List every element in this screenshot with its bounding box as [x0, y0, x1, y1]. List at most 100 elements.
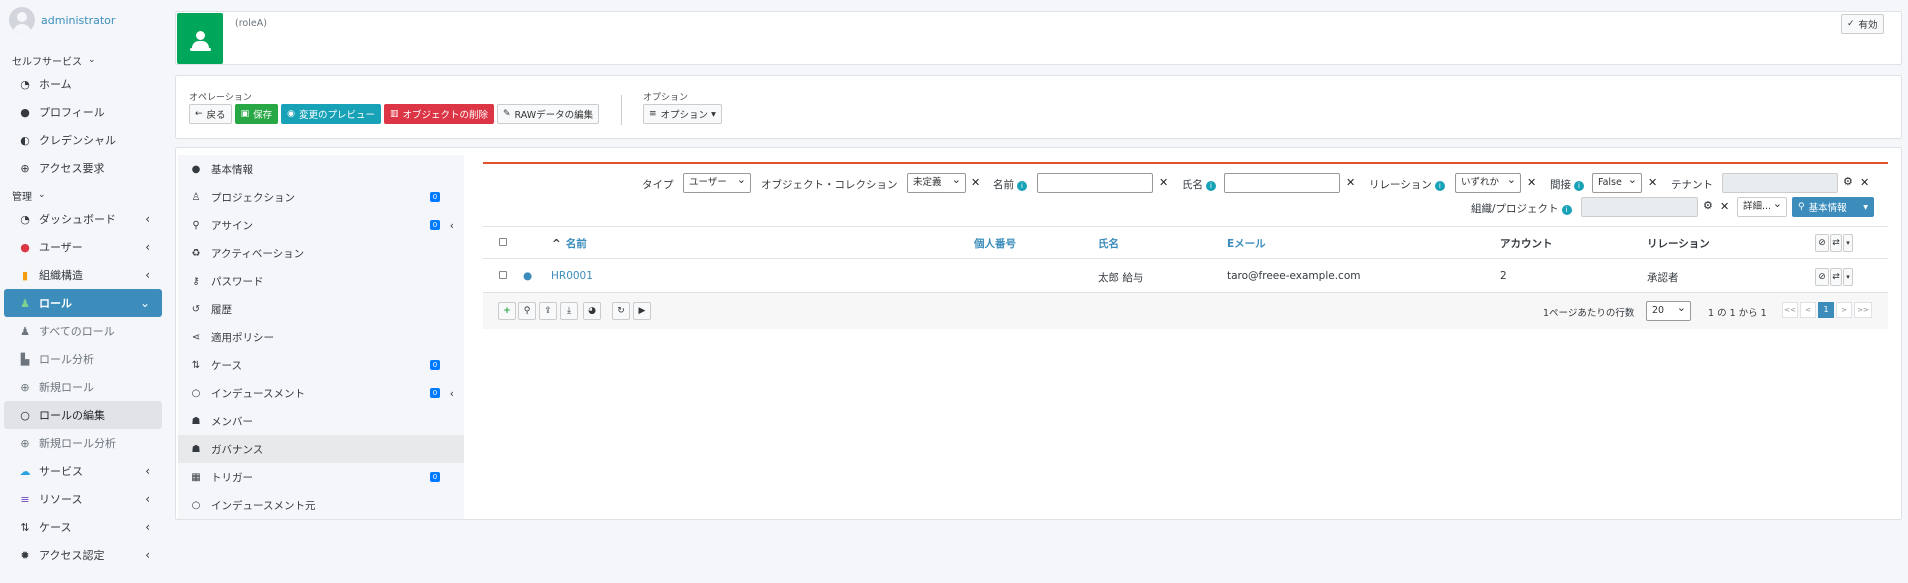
clear-collection-icon[interactable]: ✕ [971, 176, 980, 189]
preview-button[interactable]: ◉ 変更のプレビュー [281, 104, 381, 124]
back-button[interactable]: ← 戻る [189, 104, 232, 124]
clear-tenant-icon[interactable]: ✕ [1860, 176, 1869, 189]
sidebar-item-edit-role[interactable]: ○ ロールの編集 [4, 401, 162, 429]
relation-select[interactable]: いずれか [1455, 171, 1521, 193]
tenant-label: テナント [1671, 179, 1713, 191]
clear-relation-icon[interactable]: ✕ [1527, 176, 1536, 189]
circle-icon: ○ [191, 387, 201, 399]
play-icon[interactable]: ▶ [633, 302, 651, 320]
sort-up-icon: ^ [552, 238, 561, 250]
indirect-select[interactable]: False [1592, 171, 1642, 193]
name-input[interactable] [1037, 173, 1153, 193]
save-button[interactable]: ▣ 保存 [234, 104, 279, 124]
menu-assignments[interactable]: ⚲ アサイン 0 ‹ [178, 211, 464, 239]
download-icon[interactable]: ⤓ [560, 302, 578, 320]
sidebar-item-dashboard[interactable]: ◔ ダッシュボード ‹ [0, 205, 166, 233]
menu-icon: ≡ [649, 109, 657, 119]
menu-basic[interactable]: ● 基本情報 [178, 155, 464, 183]
sidebar-item-role-analysis[interactable]: ▙ ロール分析 [0, 345, 166, 373]
sidebar-item-access-request[interactable]: ⊕ アクセス要求 [0, 154, 166, 182]
collection-select[interactable]: 未定義 [907, 171, 966, 193]
sidebar-item-new-role-analysis[interactable]: ⊕ 新規ロール分析 [0, 429, 166, 457]
upload-icon[interactable]: ⇪ [539, 302, 557, 320]
rows-per-page-select[interactable]: 20 [1646, 299, 1691, 321]
options-dropdown-button[interactable]: ≡ オプション ▾ [643, 104, 722, 124]
gear-icon[interactable]: ⚙ [1843, 175, 1853, 188]
user-panel[interactable]: administrator [0, 0, 166, 40]
caret-down-icon[interactable]: ▾ [1843, 234, 1853, 252]
clear-indirect-icon[interactable]: ✕ [1648, 176, 1657, 189]
org-input[interactable] [1581, 197, 1698, 217]
add-icon[interactable]: + [498, 302, 516, 320]
fullname-input[interactable] [1224, 173, 1340, 193]
prev-page-button[interactable]: < [1800, 302, 1816, 318]
menu-inducements[interactable]: ○ インデュースメント 0 ‹ [178, 379, 464, 407]
caret-down-icon[interactable]: ▾ [1843, 268, 1853, 286]
refresh-icon[interactable]: ↻ [612, 302, 630, 320]
column-header-email[interactable]: Eメール [1227, 236, 1266, 251]
section-self-service[interactable]: セルフサービス ⌄ [0, 50, 166, 70]
tenant-input[interactable] [1722, 173, 1838, 193]
sidebar-item-users[interactable]: ● ユーザー ‹ [0, 233, 166, 261]
menu-policies[interactable]: ⋖ 適用ポリシー [178, 323, 464, 351]
next-page-button[interactable]: > [1836, 302, 1852, 318]
circle-icon: ○ [191, 499, 201, 511]
swap-icon[interactable]: ⇄ [1830, 268, 1842, 286]
clear-name-icon[interactable]: ✕ [1159, 176, 1168, 189]
fullname-label: 氏名 i [1182, 177, 1216, 192]
row-checkbox[interactable] [499, 271, 507, 279]
sidebar-item-credentials[interactable]: ◐ クレデンシャル [0, 126, 166, 154]
column-header-fullname[interactable]: 氏名 [1098, 236, 1119, 251]
chart-pie-icon[interactable]: ◕ [583, 302, 601, 320]
delete-button[interactable]: ▥ オブジェクトの削除 [383, 104, 494, 124]
menu-governance[interactable]: ☗ ガバナンス [178, 435, 464, 463]
unlink-icon[interactable]: ⊘ [1815, 268, 1829, 286]
menu-cases[interactable]: ⇅ ケース 0 [178, 351, 464, 379]
assign-icon[interactable]: ⚲ [518, 302, 536, 320]
users-icon: ☗ [191, 443, 201, 455]
user-name[interactable]: administrator [41, 14, 115, 27]
first-page-button[interactable]: << [1782, 302, 1798, 318]
menu-projection[interactable]: ♙ プロジェクション 0 [178, 183, 464, 211]
role-tile [177, 13, 223, 64]
sidebar-item-home[interactable]: ◔ ホーム [0, 70, 166, 98]
status-active-button[interactable]: ✓ 有効 [1841, 14, 1884, 34]
info-icon: i [1434, 181, 1445, 191]
sidebar-item-new-role[interactable]: ⊕ 新規ロール [0, 373, 166, 401]
sidebar-item-certification[interactable]: ✹ アクセス認定 ‹ [0, 541, 166, 569]
row-name-link[interactable]: HR0001 [551, 270, 593, 282]
basic-search-button[interactable]: ⚲ 基本情報 ▾ [1792, 197, 1874, 217]
sidebar-item-roles[interactable]: ♟ ロール ⌄ [4, 289, 162, 317]
menu-password[interactable]: ⚷ パスワード [178, 267, 464, 295]
section-admin[interactable]: 管理 ⌄ [0, 185, 166, 205]
raw-edit-button[interactable]: ✎ RAWデータの編集 [497, 104, 600, 124]
last-page-button[interactable]: >> [1854, 302, 1872, 318]
column-header-name[interactable]: ^ 名前 [552, 236, 587, 251]
sidebar-item-services[interactable]: ☁ サービス ‹ [0, 457, 166, 485]
swap-icon[interactable]: ⇄ [1830, 234, 1842, 252]
select-all-checkbox[interactable] [499, 238, 507, 246]
detail-select[interactable]: 詳細... [1737, 195, 1787, 217]
trash-icon: ▥ [389, 109, 399, 119]
sidebar-item-profile[interactable]: ● プロフィール [0, 98, 166, 126]
unlink-icon[interactable]: ⊘ [1815, 234, 1829, 252]
object-subtitle: (roleA) [235, 18, 267, 29]
type-select[interactable]: ユーザー [683, 171, 751, 193]
page-1-button[interactable]: 1 [1818, 302, 1834, 318]
column-header-number[interactable]: 個人番号 [974, 236, 1016, 251]
clear-fullname-icon[interactable]: ✕ [1346, 176, 1355, 189]
calendar-icon: ▦ [191, 471, 201, 483]
sidebar-item-cases[interactable]: ⇅ ケース ‹ [0, 513, 166, 541]
sidebar-item-org[interactable]: ▮ 組織構造 ‹ [0, 261, 166, 289]
count-badge: 0 [430, 472, 440, 482]
menu-history[interactable]: ↺ 履歴 [178, 295, 464, 323]
gear-icon[interactable]: ⚙ [1703, 199, 1713, 212]
menu-members[interactable]: ☗ メンバー [178, 407, 464, 435]
menu-activation[interactable]: ♻ アクティベーション [178, 239, 464, 267]
avatar [9, 7, 35, 33]
menu-induced-by[interactable]: ○ インデュースメント元 [178, 491, 464, 519]
sidebar-item-all-roles[interactable]: ♟ すべてのロール [0, 317, 166, 345]
clear-org-icon[interactable]: ✕ [1720, 200, 1729, 213]
sidebar-item-resources[interactable]: ≡ リソース ‹ [0, 485, 166, 513]
menu-triggers[interactable]: ▦ トリガー 0 [178, 463, 464, 491]
